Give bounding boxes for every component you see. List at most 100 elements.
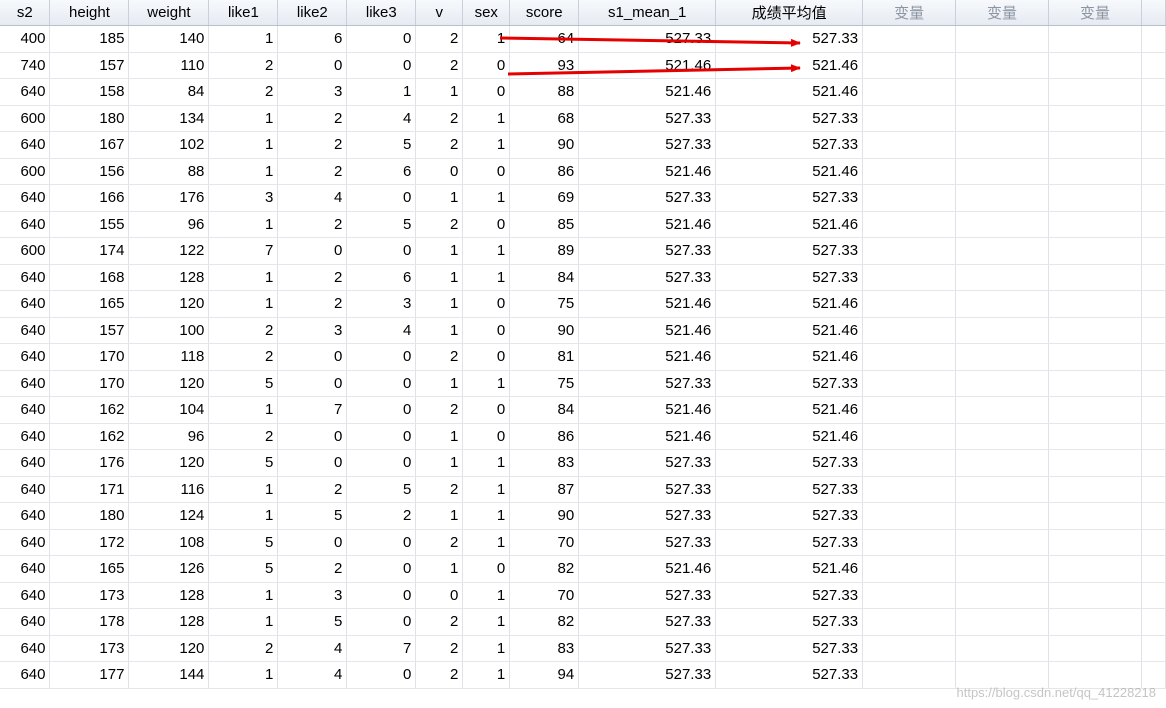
cell-like2[interactable]: 0 [277, 52, 348, 79]
cell-like2[interactable]: 2 [277, 264, 348, 291]
cell-v[interactable]: 1 [415, 184, 464, 212]
cell-score[interactable]: 69 [509, 184, 580, 212]
empty-cell[interactable] [1048, 423, 1142, 450]
cell-score_avg[interactable]: 527.33 [715, 237, 864, 265]
empty-cell[interactable] [1048, 449, 1142, 477]
cell-like3[interactable]: 0 [346, 184, 417, 212]
cell-like2[interactable]: 0 [277, 423, 348, 450]
cell-s1_mean_1[interactable]: 527.33 [578, 264, 717, 291]
cell-weight[interactable]: 120 [128, 290, 210, 318]
cell-height[interactable]: 170 [49, 370, 130, 397]
column-header-sex[interactable]: sex [462, 0, 511, 26]
empty-cell[interactable] [862, 105, 957, 132]
empty-cell[interactable] [1141, 52, 1166, 79]
column-header-var4[interactable] [1141, 0, 1166, 26]
cell-like3[interactable]: 5 [346, 476, 417, 503]
cell-sex[interactable]: 0 [462, 555, 511, 583]
cell-like3[interactable]: 1 [346, 78, 417, 106]
cell-like1[interactable]: 2 [208, 52, 279, 79]
cell-sex[interactable]: 1 [462, 529, 511, 556]
cell-score_avg[interactable]: 527.33 [715, 105, 864, 132]
cell-v[interactable]: 2 [415, 396, 464, 424]
cell-like3[interactable]: 5 [346, 211, 417, 238]
cell-score[interactable]: 94 [509, 661, 580, 689]
cell-like1[interactable]: 5 [208, 370, 279, 397]
cell-v[interactable]: 1 [415, 423, 464, 450]
cell-score[interactable]: 70 [509, 582, 580, 609]
cell-s2[interactable]: 640 [0, 582, 51, 609]
cell-height[interactable]: 178 [49, 608, 130, 636]
cell-height[interactable]: 162 [49, 396, 130, 424]
cell-score[interactable]: 83 [509, 449, 580, 477]
cell-like2[interactable]: 2 [277, 105, 348, 132]
cell-height[interactable]: 155 [49, 211, 130, 238]
cell-like2[interactable]: 2 [277, 211, 348, 238]
cell-score[interactable]: 82 [509, 555, 580, 583]
cell-v[interactable]: 2 [415, 343, 464, 371]
empty-cell[interactable] [1141, 290, 1166, 318]
empty-cell[interactable] [955, 290, 1049, 318]
cell-height[interactable]: 177 [49, 661, 130, 689]
empty-cell[interactable] [1141, 423, 1166, 450]
cell-height[interactable]: 165 [49, 290, 130, 318]
empty-cell[interactable] [1141, 78, 1166, 106]
empty-cell[interactable] [1048, 237, 1142, 265]
cell-height[interactable]: 176 [49, 449, 130, 477]
cell-sex[interactable]: 1 [462, 661, 511, 689]
cell-height[interactable]: 173 [49, 582, 130, 609]
empty-cell[interactable] [862, 582, 957, 609]
cell-like3[interactable]: 0 [346, 582, 417, 609]
cell-s2[interactable]: 640 [0, 264, 51, 291]
cell-like2[interactable]: 2 [277, 555, 348, 583]
empty-cell[interactable] [955, 237, 1049, 265]
cell-v[interactable]: 2 [415, 211, 464, 238]
cell-s1_mean_1[interactable]: 527.33 [578, 184, 717, 212]
cell-weight[interactable]: 122 [128, 237, 210, 265]
cell-like1[interactable]: 2 [208, 423, 279, 450]
cell-like2[interactable]: 7 [277, 396, 348, 424]
empty-cell[interactable] [955, 449, 1049, 477]
empty-cell[interactable] [1141, 184, 1166, 212]
cell-like3[interactable]: 0 [346, 25, 417, 53]
column-header-s2[interactable]: s2 [0, 0, 51, 26]
empty-cell[interactable] [1048, 105, 1142, 132]
empty-cell[interactable] [955, 317, 1049, 344]
empty-cell[interactable] [955, 343, 1049, 371]
cell-sex[interactable]: 0 [462, 158, 511, 185]
cell-sex[interactable]: 1 [462, 635, 511, 662]
empty-cell[interactable] [955, 25, 1049, 53]
cell-score_avg[interactable]: 527.33 [715, 370, 864, 397]
column-header-var3[interactable]: 变量 [1048, 0, 1142, 26]
cell-s1_mean_1[interactable]: 527.33 [578, 25, 717, 53]
cell-score_avg[interactable]: 527.33 [715, 661, 864, 689]
cell-s2[interactable]: 600 [0, 237, 51, 265]
cell-score_avg[interactable]: 527.33 [715, 502, 864, 530]
empty-cell[interactable] [1048, 502, 1142, 530]
cell-like1[interactable]: 2 [208, 78, 279, 106]
cell-score[interactable]: 81 [509, 343, 580, 371]
cell-sex[interactable]: 0 [462, 290, 511, 318]
empty-cell[interactable] [862, 237, 957, 265]
empty-cell[interactable] [1141, 264, 1166, 291]
cell-score_avg[interactable]: 527.33 [715, 184, 864, 212]
empty-cell[interactable] [1141, 158, 1166, 185]
cell-score_avg[interactable]: 527.33 [715, 131, 864, 159]
cell-weight[interactable]: 126 [128, 555, 210, 583]
cell-height[interactable]: 180 [49, 105, 130, 132]
cell-s2[interactable]: 640 [0, 211, 51, 238]
cell-s2[interactable]: 640 [0, 396, 51, 424]
cell-score_avg[interactable]: 521.46 [715, 343, 864, 371]
cell-score[interactable]: 86 [509, 423, 580, 450]
cell-s1_mean_1[interactable]: 521.46 [578, 211, 717, 238]
empty-cell[interactable] [1048, 343, 1142, 371]
cell-score[interactable]: 82 [509, 608, 580, 636]
cell-weight[interactable]: 120 [128, 635, 210, 662]
empty-cell[interactable] [1048, 131, 1142, 159]
cell-s1_mean_1[interactable]: 527.33 [578, 131, 717, 159]
cell-v[interactable]: 2 [415, 661, 464, 689]
cell-v[interactable]: 2 [415, 635, 464, 662]
cell-score_avg[interactable]: 521.46 [715, 211, 864, 238]
cell-v[interactable]: 1 [415, 78, 464, 106]
cell-height[interactable]: 185 [49, 25, 130, 53]
cell-s2[interactable]: 640 [0, 317, 51, 344]
